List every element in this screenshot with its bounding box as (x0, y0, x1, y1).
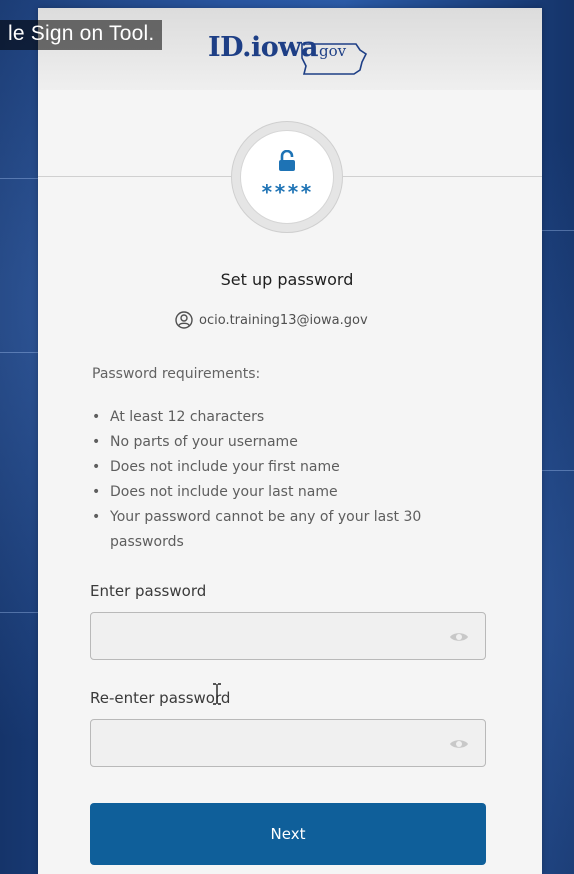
iowa-state-outline-icon (301, 43, 368, 75)
background-streak (542, 470, 574, 471)
video-caption: le Sign on Tool. (0, 20, 163, 50)
eye-icon[interactable] (449, 737, 469, 751)
background-streak (0, 612, 38, 613)
password-badge (231, 121, 343, 233)
password-field[interactable] (90, 612, 486, 660)
requirement-item: Your password cannot be any of your last… (92, 505, 492, 555)
password-label: Enter password (90, 582, 207, 600)
confirm-password-field[interactable] (90, 719, 486, 767)
password-badge-inner (240, 130, 334, 224)
username-text: ocio.training13@iowa.gov (199, 312, 368, 328)
divider-right (343, 176, 542, 177)
password-mask: **** (260, 180, 314, 204)
eye-icon[interactable] (449, 630, 469, 644)
text-cursor-icon (213, 683, 221, 705)
confirm-password-input[interactable] (91, 720, 431, 766)
page-title: Set up password (220, 270, 354, 289)
requirements-list: At least 12 characters No parts of your … (92, 405, 492, 555)
requirement-item: At least 12 characters (92, 405, 492, 430)
requirement-item: Does not include your last name (92, 480, 492, 505)
lock-icon (279, 150, 295, 171)
user-identifier: ocio.training13@iowa.gov (175, 311, 368, 329)
user-circle-icon (175, 311, 193, 329)
background-streak (542, 230, 574, 231)
password-input[interactable] (91, 613, 431, 659)
confirm-password-label: Re-enter password (90, 689, 231, 707)
requirements-title: Password requirements: (92, 366, 261, 382)
background-streak (0, 352, 38, 353)
next-button[interactable]: Next (90, 803, 486, 865)
requirement-item: Does not include your first name (92, 455, 492, 480)
background-streak (0, 178, 38, 179)
divider-left (38, 176, 231, 177)
requirement-item: No parts of your username (92, 430, 492, 455)
